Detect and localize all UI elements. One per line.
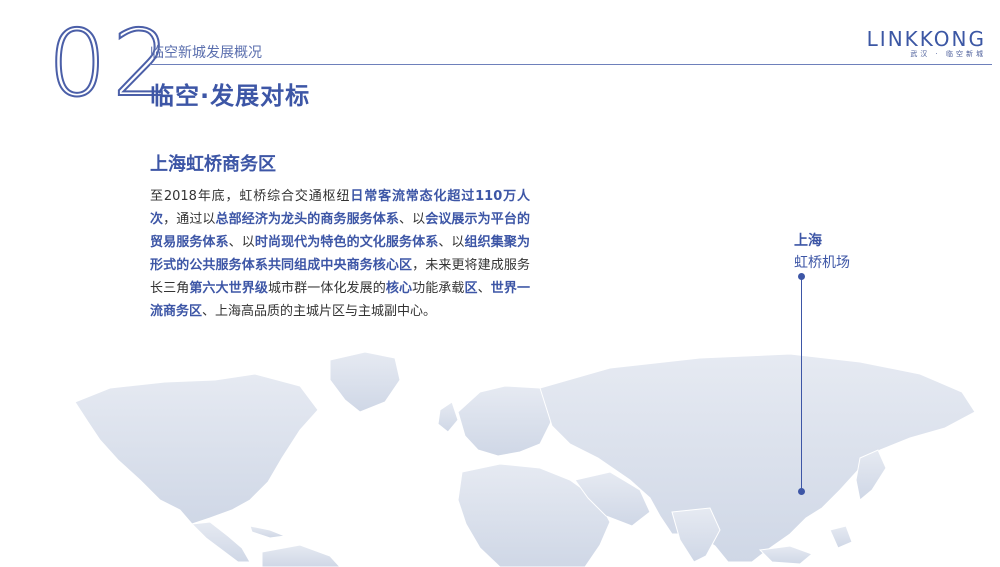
highlighted-text: 第六大世界级 [189,281,268,296]
logo-wordmark: LINKKONG [866,27,986,51]
location-dot [798,488,805,495]
page-title: 临空·发展对标 [150,82,311,110]
marker-leader-line [801,277,802,491]
body-text-segment: 、以 [438,235,465,250]
highlighted-text: 总部经济为龙头的商务服务体系 [215,212,399,227]
highlighted-text: 核心 [385,281,413,296]
body-text-segment: 、 [477,281,491,296]
highlighted-text: 时尚现代为特色的文化服务体系 [254,235,439,250]
body-text-segment: 、以 [228,235,255,250]
body-text-segment: 功能承载 [412,281,465,296]
world-map-image [74,351,976,567]
header-divider [150,64,992,65]
body-text-segment: 城市群一体化发展的 [267,281,386,296]
section-heading: 上海虹桥商务区 [150,154,276,175]
section-body-text: 至2018年底，虹桥综合交通枢纽日常客流常态化超过110万人次，通过以总部经济为… [150,185,530,323]
brand-logo: LINKKONG 武汉 · 临空新城 [867,27,986,59]
marker-city-label: 上海 [794,233,822,249]
body-text-segment: 、上海高品质的主城片区与主城副中心。 [202,304,437,319]
marker-place-label: 虹桥机场 [794,255,850,271]
section-subtitle: 临空新城发展概况 [150,45,262,61]
highlighted-text: 区 [464,281,478,296]
body-text-segment: 至2018年底，虹桥综合交通枢纽 [150,189,351,204]
body-text-segment: ，通过以 [163,212,216,227]
body-text-segment: 、以 [399,212,426,227]
